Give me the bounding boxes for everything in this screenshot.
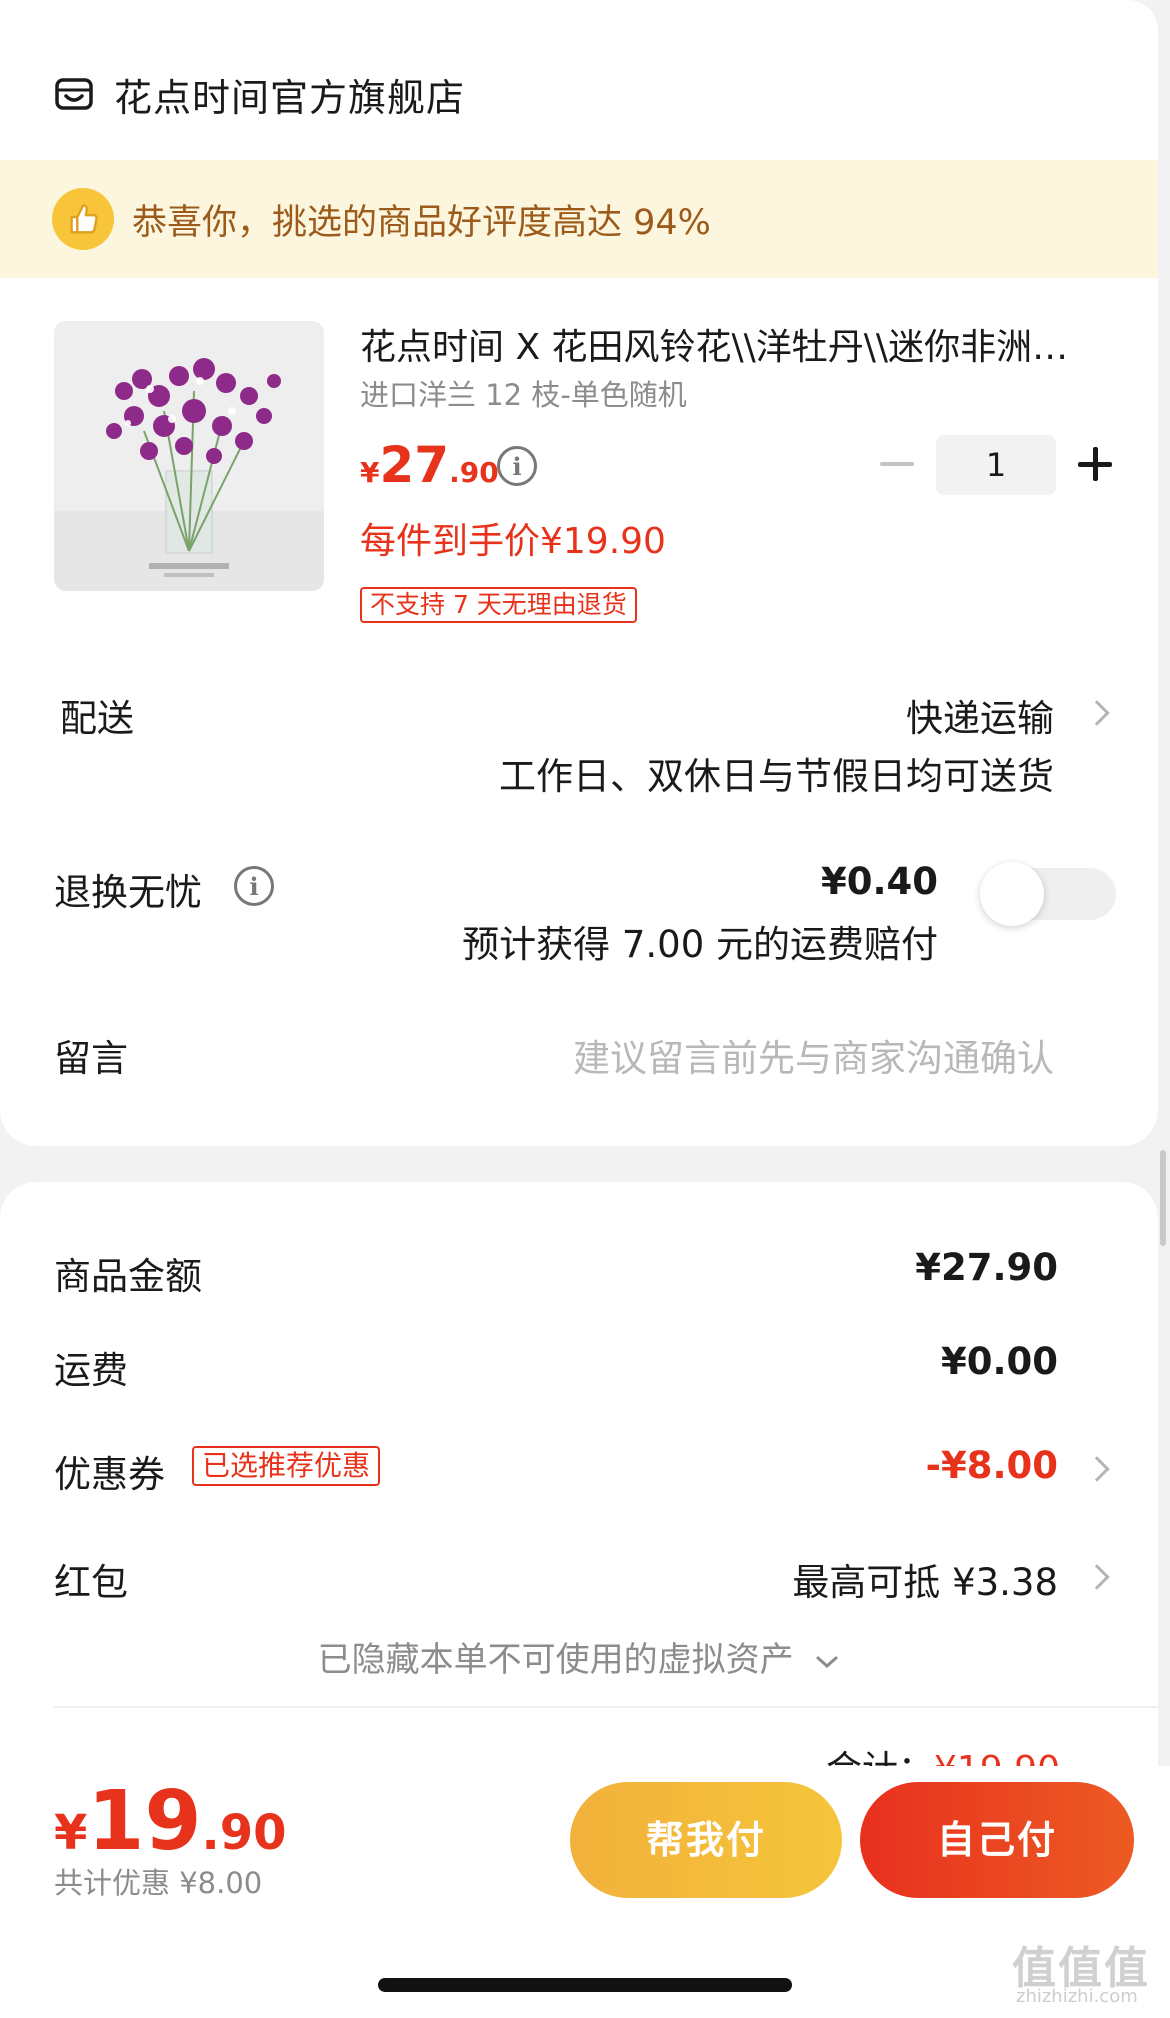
return-insurance-note: 预计获得 7.00 元的运费赔付: [462, 923, 938, 966]
store-header[interactable]: 花点时间官方旗舰店: [54, 66, 465, 122]
payable-price: ¥ 19 .90: [54, 1774, 287, 1869]
rating-banner: 恭喜你，挑选的商品好评度高达 94%: [0, 160, 1158, 278]
price-info-icon[interactable]: i: [497, 446, 537, 486]
price-currency: ¥: [360, 456, 380, 489]
quantity-decrease-button[interactable]: [880, 447, 914, 481]
return-insurance-toggle[interactable]: [980, 862, 1116, 926]
return-insurance-info-icon[interactable]: i: [234, 866, 274, 906]
chevron-down-icon: [816, 1656, 838, 1668]
payable-currency: ¥: [54, 1805, 88, 1861]
hidden-assets-toggle[interactable]: 已隐藏本单不可使用的虚拟资产: [0, 1632, 1158, 1681]
watermark-url: zhizhizhi.com: [1016, 1986, 1138, 2007]
goods-amount-value: ¥27.90: [915, 1246, 1058, 1289]
shipping-label: 运费: [54, 1349, 128, 1392]
red-packet-value[interactable]: 最高可抵 ¥3.38: [792, 1552, 1058, 1606]
goods-amount-label: 商品金额: [54, 1255, 202, 1298]
price-decimal: .90: [449, 456, 499, 489]
price-integer: 27: [379, 436, 450, 494]
divider: [54, 1706, 1158, 1708]
shipping-value: ¥0.00: [940, 1340, 1058, 1383]
quantity-input[interactable]: 1: [936, 435, 1056, 495]
product-sku[interactable]: 进口洋兰 12 枝-单色随机: [360, 372, 687, 414]
return-insurance-label: 退换无忧: [54, 871, 202, 914]
delivery-method[interactable]: 快递运输: [906, 688, 1054, 742]
delivery-chevron-icon[interactable]: [1084, 700, 1110, 726]
return-insurance-price: ¥0.40: [820, 860, 938, 903]
product-title[interactable]: 花点时间 X 花田风铃花\\洋牡丹\\迷你非洲菊混搭: [360, 318, 1080, 370]
scrollbar[interactable]: [1160, 1150, 1166, 1246]
order-card: 花点时间官方旗舰店 恭喜你，挑选的商品好评度高达 94% 花点时间 X 花田风铃…: [0, 0, 1158, 1146]
self-pay-button[interactable]: 自己付: [860, 1782, 1134, 1898]
rating-banner-text: 恭喜你，挑选的商品好评度高达 94%: [132, 202, 711, 243]
delivery-note: 工作日、双休日与节假日均可送货: [499, 755, 1054, 798]
product-image[interactable]: [54, 321, 324, 591]
message-label: 留言: [54, 1037, 128, 1080]
payable-decimal: .90: [201, 1805, 287, 1861]
help-pay-button[interactable]: 帮我付: [570, 1782, 842, 1898]
no-return-tag: 不支持 7 天无理由退货: [360, 587, 637, 623]
thumbs-up-icon: [52, 188, 114, 250]
store-name[interactable]: 花点时间官方旗舰店: [114, 67, 465, 122]
total-discount: 共计优惠 ¥8.00: [54, 1866, 263, 1900]
payable-integer: 19: [87, 1774, 202, 1869]
final-price: 每件到手价¥19.90: [360, 521, 666, 562]
quantity-increase-button[interactable]: [1078, 447, 1112, 481]
delivery-label: 配送: [60, 697, 134, 740]
toggle-knob: [980, 862, 1044, 926]
coupon-value[interactable]: -¥8.00: [926, 1444, 1058, 1487]
product-price: ¥ 27 .90: [360, 436, 499, 494]
coupon-label: 优惠券: [54, 1453, 165, 1496]
home-indicator[interactable]: [378, 1978, 792, 1992]
hidden-assets-text: 已隐藏本单不可使用的虚拟资产: [317, 1640, 794, 1680]
store-icon: [55, 78, 93, 110]
red-packet-label: 红包: [54, 1561, 128, 1604]
message-input[interactable]: 建议留言前先与商家沟通确认: [573, 1028, 1054, 1082]
coupon-tag: 已选推荐优惠: [192, 1446, 381, 1486]
